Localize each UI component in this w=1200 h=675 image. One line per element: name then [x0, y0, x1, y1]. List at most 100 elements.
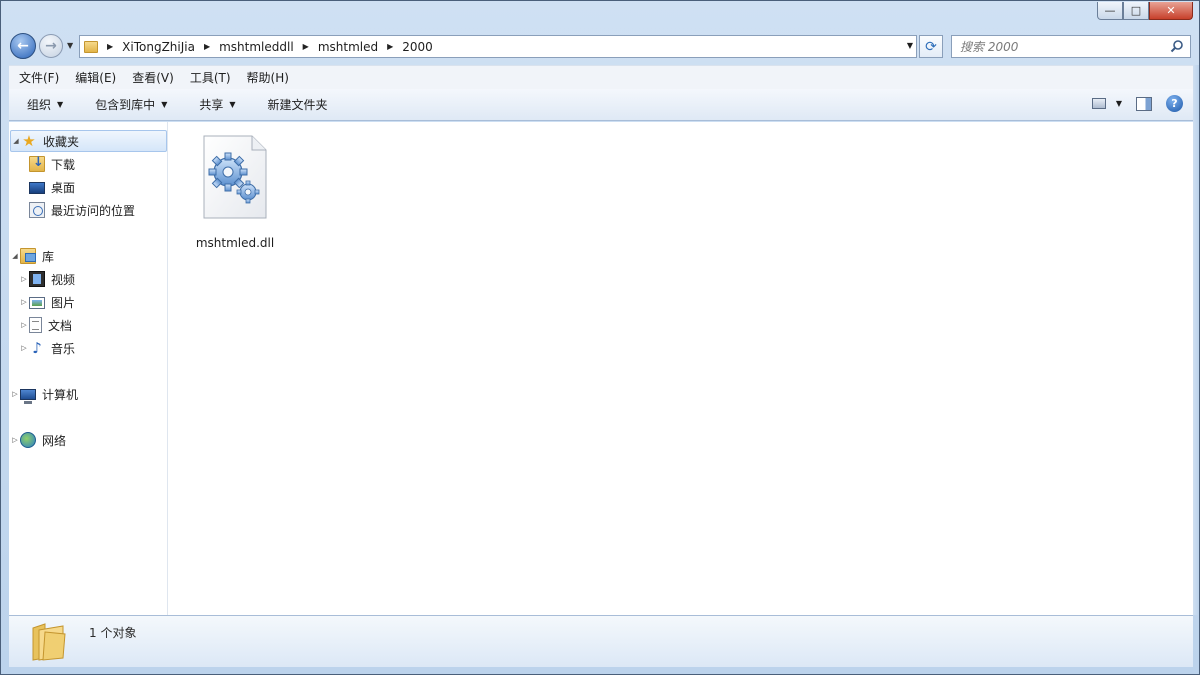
tree-label: 文档 [48, 318, 73, 333]
search-input[interactable] [952, 36, 1152, 57]
chevron-down-icon[interactable]: ▼ [907, 41, 913, 50]
breadcrumb-item[interactable]: mshtmleddll [219, 40, 294, 54]
tree-item-libraries[interactable]: ◢ 库 [9, 245, 166, 267]
breadcrumb-item[interactable]: mshtmled [318, 40, 378, 54]
menu-edit[interactable]: 编辑(E) [67, 69, 124, 86]
video-icon [29, 271, 45, 287]
collapsed-triangle-icon[interactable]: ▷ [19, 298, 29, 306]
share-button[interactable]: 共享 ▼ [181, 96, 249, 113]
tree-item-favorites[interactable]: ◢ ★ 收藏夹 [10, 130, 167, 152]
tree-item-desktop[interactable]: 桌面 [9, 176, 166, 198]
desktop-icon [29, 182, 45, 194]
collapsed-triangle-icon[interactable]: ▷ [19, 275, 29, 283]
command-bar: 组织 ▼ 包含到库中 ▼ 共享 ▼ 新建文件夹 ▼ ? [9, 89, 1193, 121]
menu-help[interactable]: 帮助(H) [239, 69, 297, 86]
expanded-triangle-icon[interactable]: ◢ [10, 252, 20, 260]
tree-label: 最近访问的位置 [51, 203, 136, 218]
change-view-button[interactable]: ▼ [1091, 98, 1122, 109]
refresh-button[interactable]: ⟳ [919, 35, 943, 58]
chevron-down-icon: ▼ [57, 100, 64, 109]
recent-places-icon [29, 202, 45, 218]
document-icon [29, 317, 42, 333]
tree-label: 下载 [51, 157, 76, 172]
folder-icon [84, 40, 98, 53]
tree-item-documents[interactable]: ▷ 文档 [9, 314, 166, 336]
dll-gear-icon [203, 135, 267, 219]
item-count: 1 个对象 [89, 626, 137, 640]
chevron-down-icon: ▼ [229, 100, 236, 109]
tree-label: 收藏夹 [43, 134, 80, 149]
breadcrumb-separator-icon[interactable]: ▶ [107, 42, 113, 51]
forward-arrow-icon: → [45, 38, 57, 54]
tree-label: 库 [42, 249, 55, 264]
navigation-pane: ◢ ★ 收藏夹 下载 桌面 最近访问的位置 ◢ 库 ▷ 视频 ▷ [9, 122, 168, 615]
picture-icon [29, 297, 45, 309]
tree-label: 图片 [51, 295, 76, 310]
search-box [951, 35, 1191, 58]
chevron-down-icon[interactable]: ▼ [1116, 99, 1122, 108]
breadcrumb-item[interactable]: XiTongZhiJia [122, 40, 195, 54]
tree-item-computer[interactable]: ▷ 计算机 [9, 383, 166, 405]
computer-icon [20, 389, 36, 404]
chevron-down-icon: ▼ [161, 100, 168, 109]
collapsed-triangle-icon[interactable]: ▷ [10, 390, 20, 398]
collapsed-triangle-icon[interactable]: ▷ [19, 344, 29, 352]
share-label: 共享 [199, 98, 224, 112]
include-in-library-button[interactable]: 包含到库中 ▼ [77, 96, 181, 113]
details-pane: 1 个对象 [9, 615, 1193, 667]
tree-label: 计算机 [42, 387, 79, 402]
close-button[interactable]: ✕ [1149, 2, 1193, 20]
menu-tools[interactable]: 工具(T) [182, 69, 239, 86]
forward-button[interactable]: → [39, 34, 63, 58]
breadcrumb-separator-icon[interactable]: ▶ [303, 42, 309, 51]
tree-item-downloads[interactable]: 下载 [9, 153, 166, 175]
view-icon [1091, 98, 1106, 109]
tree-item-music[interactable]: ▷ ♪ 音乐 [9, 337, 166, 359]
navigation-row: ← → ▼ ▶ XiTongZhiJia ▶ mshtmleddll ▶ msh… [7, 31, 1193, 61]
include-library-label: 包含到库中 [95, 98, 156, 112]
menu-view[interactable]: 查看(V) [124, 69, 182, 86]
tree-item-pictures[interactable]: ▷ 图片 [9, 291, 166, 313]
preview-pane-icon[interactable] [1136, 96, 1152, 111]
collapsed-triangle-icon[interactable]: ▷ [10, 436, 20, 444]
tree-item-network[interactable]: ▷ 网络 [9, 429, 166, 451]
window-controls: — □ ✕ [1097, 2, 1193, 20]
breadcrumb-item[interactable]: 2000 [402, 40, 433, 54]
recent-pages-dropdown[interactable]: ▼ [67, 41, 73, 50]
star-icon: ★ [22, 132, 36, 150]
breadcrumb-separator-icon[interactable]: ▶ [204, 42, 210, 51]
search-icon[interactable] [1170, 39, 1184, 53]
organize-button[interactable]: 组织 ▼ [9, 96, 77, 113]
refresh-icon: ⟳ [925, 38, 937, 55]
folder-icon [32, 623, 66, 661]
organize-label: 组织 [27, 98, 52, 112]
new-folder-label: 新建文件夹 [267, 98, 328, 112]
breadcrumb: ▶ XiTongZhiJia ▶ mshtmleddll ▶ mshtmled … [98, 40, 433, 54]
maximize-button[interactable]: □ [1123, 2, 1149, 20]
minimize-button[interactable]: — [1097, 2, 1123, 20]
new-folder-button[interactable]: 新建文件夹 [250, 96, 342, 113]
back-button[interactable]: ← [10, 33, 36, 59]
title-bar[interactable]: — □ ✕ [1, 1, 1199, 31]
network-globe-icon [20, 432, 36, 448]
tree-label: 视频 [51, 272, 76, 287]
explorer-window: — □ ✕ ← → ▼ ▶ XiTongZhiJia ▶ mshtmleddll… [0, 0, 1200, 675]
breadcrumb-separator-icon[interactable]: ▶ [387, 42, 393, 51]
downloads-folder-icon [29, 155, 45, 172]
help-icon[interactable]: ? [1166, 95, 1183, 112]
expanded-triangle-icon[interactable]: ◢ [11, 137, 21, 145]
tree-label: 网络 [42, 433, 67, 448]
file-list-area[interactable]: mshtmled.dll [168, 122, 1193, 615]
back-arrow-icon: ← [17, 38, 29, 54]
address-bar[interactable]: ▶ XiTongZhiJia ▶ mshtmleddll ▶ mshtmled … [79, 35, 917, 58]
tree-label: 音乐 [51, 341, 76, 356]
menu-bar: 文件(F) 编辑(E) 查看(V) 工具(T) 帮助(H) [9, 65, 1193, 89]
file-item[interactable]: mshtmled.dll [192, 132, 278, 250]
tree-item-videos[interactable]: ▷ 视频 [9, 268, 166, 290]
tree-item-recent-places[interactable]: 最近访问的位置 [9, 199, 166, 221]
menu-file[interactable]: 文件(F) [9, 69, 67, 86]
collapsed-triangle-icon[interactable]: ▷ [19, 321, 29, 329]
window-border [1193, 65, 1199, 615]
libraries-icon [20, 248, 36, 264]
file-name: mshtmled.dll [195, 236, 275, 250]
